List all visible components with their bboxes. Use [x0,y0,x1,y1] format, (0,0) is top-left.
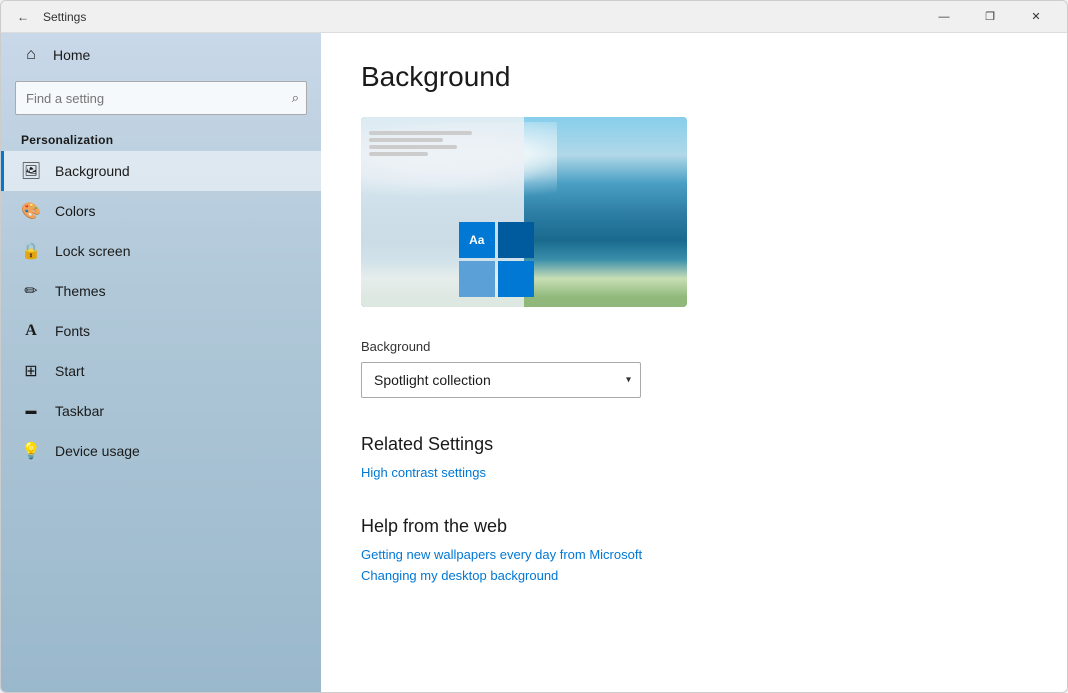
sidebar-item-label-background: Background [55,163,130,179]
background-label: Background [361,339,1027,354]
preview-tile-tr [498,222,534,258]
back-button[interactable]: ← [9,3,37,31]
search-box: ⌕ [15,81,307,115]
preview-line-3 [369,145,457,149]
preview-tile-aa: Aa [459,222,495,258]
sidebar-item-start[interactable]: ⊞ Start [1,351,321,391]
sidebar-item-label-start: Start [55,363,85,379]
themes-icon: ✏ [21,281,41,301]
sidebar-item-label-taskbar: Taskbar [55,403,104,419]
search-icon: ⌕ [292,90,299,106]
sidebar-item-label-fonts: Fonts [55,323,90,339]
sidebar: ⌂ Home ⌕ Personalization 🖼 Background 🎨 … [1,33,321,692]
background-dropdown-wrap: Spotlight collection Picture Solid color… [361,362,641,398]
preview-tiles: Aa [459,222,534,297]
lockscreen-icon: 🔒 [21,241,41,261]
related-settings-heading: Related Settings [361,434,1027,455]
home-label: Home [53,47,90,63]
page-title: Background [361,61,1027,93]
help-link-desktop[interactable]: Changing my desktop background [361,568,1027,583]
preview-tile-bl [459,261,495,297]
deviceusage-icon: 💡 [21,441,41,461]
background-icon: 🖼 [21,161,41,181]
high-contrast-link[interactable]: High contrast settings [361,465,1027,480]
sidebar-item-lockscreen[interactable]: 🔒 Lock screen [1,231,321,271]
titlebar: ← Settings — ❐ ✕ [1,1,1067,33]
help-heading: Help from the web [361,516,1027,537]
content-area: ⌂ Home ⌕ Personalization 🖼 Background 🎨 … [1,33,1067,692]
settings-window: ← Settings — ❐ ✕ ⌂ Home ⌕ Personalizatio… [0,0,1068,693]
help-link-wallpapers[interactable]: Getting new wallpapers every day from Mi… [361,547,1027,562]
sidebar-item-taskbar[interactable]: ▬ Taskbar [1,391,321,431]
sidebar-item-deviceusage[interactable]: 💡 Device usage [1,431,321,471]
main-content: Background Aa [321,33,1067,692]
sidebar-item-home[interactable]: ⌂ Home [1,33,321,77]
preview-line-2 [369,138,443,142]
sidebar-item-background[interactable]: 🖼 Background [1,151,321,191]
window-controls: — ❐ ✕ [921,1,1059,33]
search-input[interactable] [15,81,307,115]
maximize-button[interactable]: ❐ [967,1,1013,33]
sidebar-item-fonts[interactable]: A Fonts [1,311,321,351]
sidebar-item-label-lockscreen: Lock screen [55,243,130,259]
minimize-button[interactable]: — [921,1,967,33]
sidebar-item-colors[interactable]: 🎨 Colors [1,191,321,231]
window-title: Settings [43,10,921,24]
preview-lines [369,131,516,156]
preview-line-4 [369,152,428,156]
home-icon: ⌂ [21,45,41,65]
close-button[interactable]: ✕ [1013,1,1059,33]
start-icon: ⊞ [21,361,41,381]
sidebar-item-label-themes: Themes [55,283,106,299]
background-preview: Aa [361,117,687,307]
sidebar-item-themes[interactable]: ✏ Themes [1,271,321,311]
background-dropdown[interactable]: Spotlight collection Picture Solid color… [361,362,641,398]
taskbar-icon: ▬ [21,401,41,421]
preview-line-1 [369,131,472,135]
colors-icon: 🎨 [21,201,41,221]
sidebar-section-label: Personalization [1,127,321,151]
sidebar-item-label-deviceusage: Device usage [55,443,140,459]
fonts-icon: A [21,321,41,341]
preview-tile-br [498,261,534,297]
sidebar-item-label-colors: Colors [55,203,95,219]
